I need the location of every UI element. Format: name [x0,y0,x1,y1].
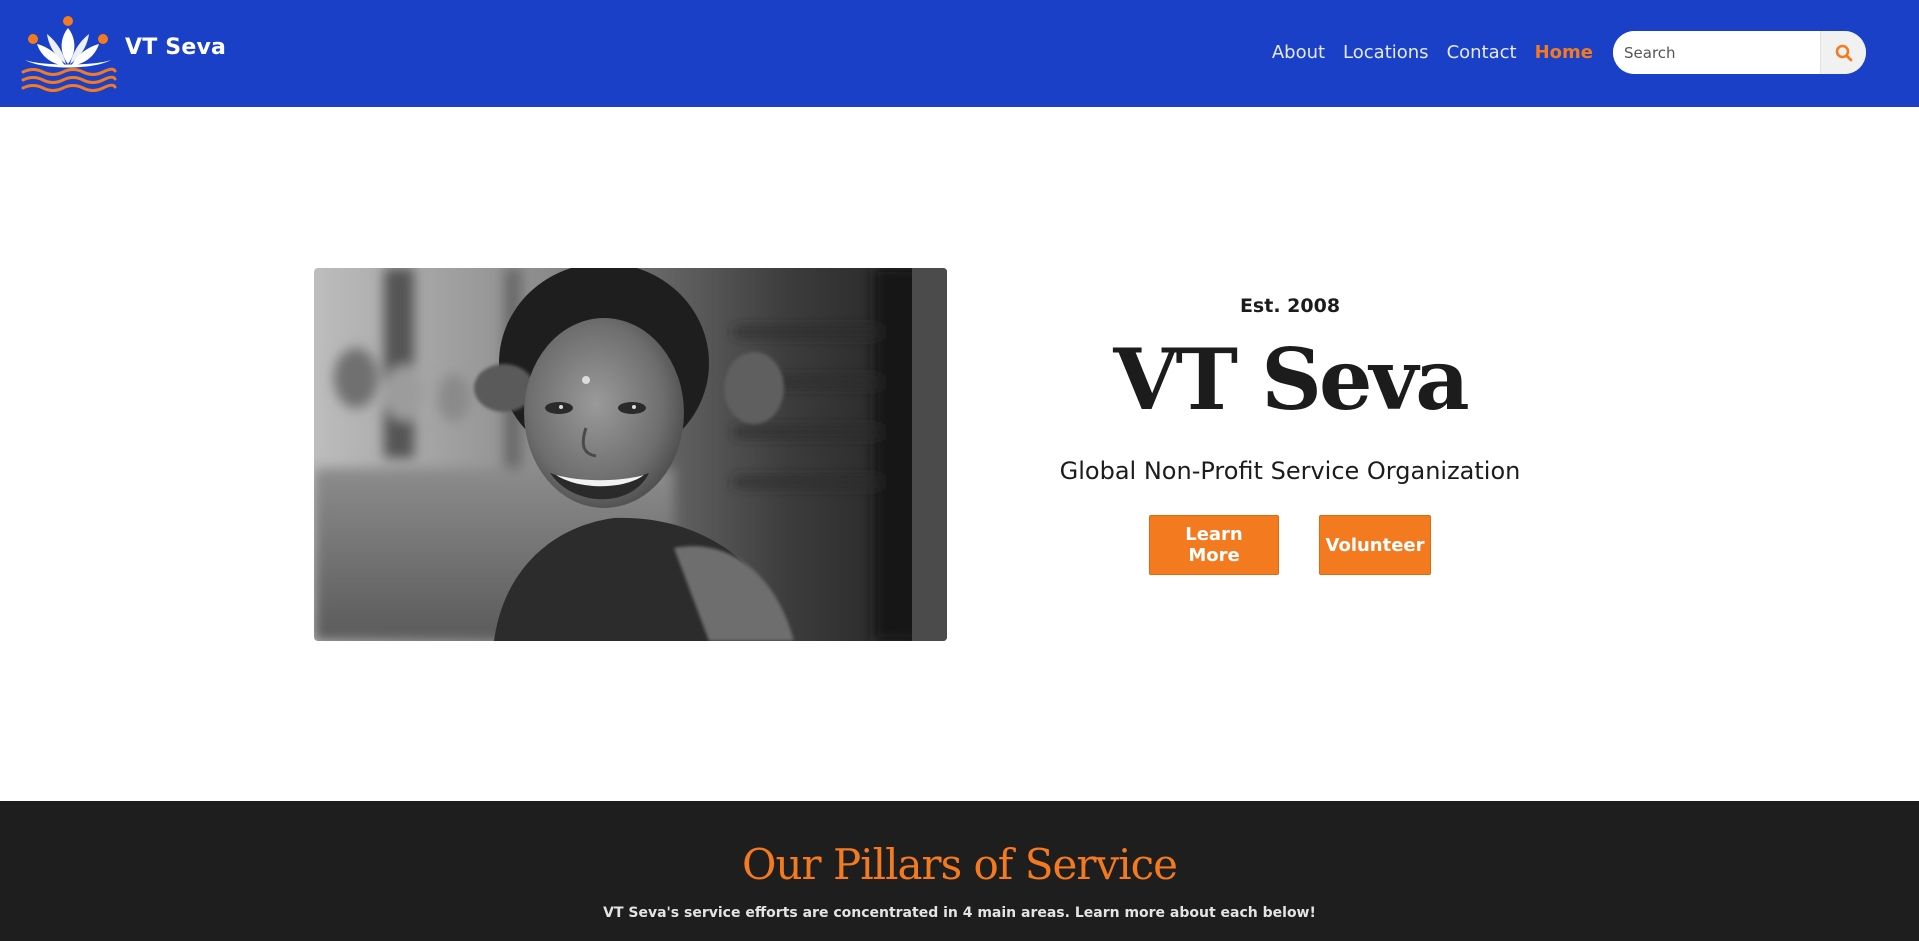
lotus-waves-logo [21,16,117,92]
smiling-girl-bw-photo [314,268,947,641]
site-header: VT Seva About Locations Contact Home [0,0,1919,107]
established-label: Est. 2008 [1239,295,1341,317]
search-form [1613,31,1866,74]
pillars-section: Our Pillars of Service VT Seva's service… [0,801,1919,941]
hero-title: VT Seva [1113,330,1469,429]
hero-subtitle: Global Non-Profit Service Organization [1059,457,1521,485]
pillars-description: VT Seva's service efforts are concentrat… [603,905,1316,921]
learn-more-button[interactable]: Learn More [1149,515,1279,575]
search-button[interactable] [1820,31,1866,74]
brand-name: VT Seva [125,34,227,60]
search-icon [1835,44,1852,61]
search-input[interactable] [1613,31,1820,74]
pillars-title: Our Pillars of Service [742,840,1178,889]
main-nav: About Locations Contact Home [1272,0,1593,105]
nav-link-about[interactable]: About [1272,42,1325,63]
nav-link-locations[interactable]: Locations [1343,42,1429,63]
hero-cta-row: Learn More Volunteer [1000,515,1580,575]
hero-photo [314,268,947,641]
nav-link-home[interactable]: Home [1535,42,1593,63]
hero-text: Est. 2008 VT Seva Global Non-Profit Serv… [1000,268,1580,575]
brand-home-link[interactable]: VT Seva [19,14,226,92]
volunteer-button[interactable]: Volunteer [1319,515,1431,575]
nav-link-contact[interactable]: Contact [1447,42,1517,63]
